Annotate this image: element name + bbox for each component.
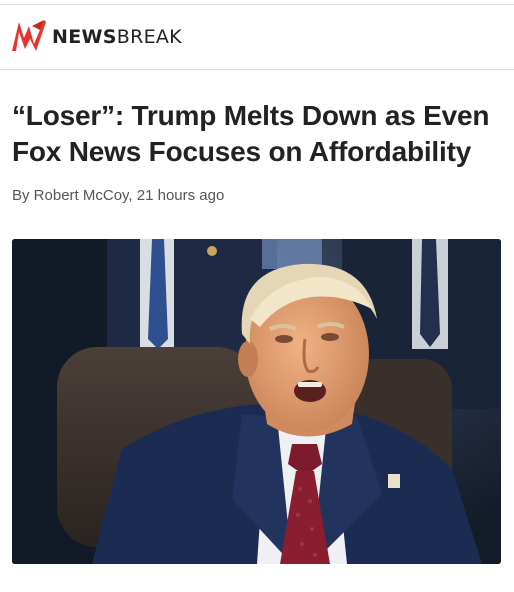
brand-wordmark[interactable]: NEWSBREAK bbox=[52, 26, 182, 48]
brand-wordmark-bold: NEWS bbox=[52, 26, 117, 48]
newsbreak-logo-icon[interactable] bbox=[10, 18, 46, 52]
hero-photo-illustration bbox=[12, 239, 501, 564]
page: NEWSBREAK “Loser”: Trump Melts Down as E… bbox=[0, 0, 514, 592]
article-hero-image[interactable] bbox=[12, 239, 501, 564]
article-byline: By Robert McCoy, 21 hours ago bbox=[12, 187, 225, 204]
article-title: “Loser”: Trump Melts Down as Even Fox Ne… bbox=[12, 100, 490, 167]
brand-wordmark-light: BREAK bbox=[116, 26, 182, 48]
site-header: NEWSBREAK bbox=[0, 5, 514, 70]
